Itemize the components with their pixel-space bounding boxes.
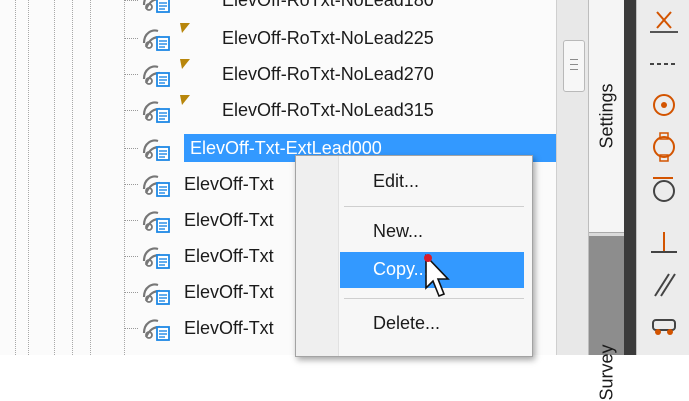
menu-separator bbox=[344, 206, 524, 207]
scroll-thumb[interactable] bbox=[563, 40, 585, 92]
tree-item-label: ElevOff-Txt bbox=[184, 282, 274, 302]
parallel-snap-icon[interactable] bbox=[647, 270, 681, 300]
tree-connector bbox=[124, 220, 138, 221]
toolbar-divider bbox=[624, 0, 636, 355]
style-icon bbox=[140, 0, 178, 15]
cursor-arrow-icon bbox=[424, 254, 450, 298]
tab-settings[interactable]: Settings bbox=[589, 0, 625, 233]
tree-connector bbox=[124, 74, 138, 75]
style-icon bbox=[140, 97, 178, 125]
tab-settings-label: Settings bbox=[596, 83, 617, 149]
tree-connector bbox=[124, 256, 138, 257]
tree-item[interactable]: ElevOff-RoTxt-NoLead180 bbox=[0, 0, 556, 18]
context-menu-icon-strip bbox=[296, 156, 339, 356]
tab-survey[interactable]: Survey bbox=[589, 236, 625, 401]
perpendicular-snap-icon[interactable] bbox=[647, 228, 681, 258]
style-icon bbox=[140, 171, 178, 199]
tree-item-label: ElevOff-RoTxt-NoLead270 bbox=[222, 64, 434, 84]
tree-connector bbox=[124, 0, 138, 1]
tree-item-label: ElevOff-Txt bbox=[184, 210, 274, 230]
tree-item-label: ElevOff-RoTxt-NoLead315 bbox=[222, 100, 434, 120]
snap-x-icon[interactable] bbox=[647, 6, 681, 36]
scroll-grip-icon bbox=[570, 69, 578, 70]
tree-connector bbox=[124, 328, 138, 329]
tree-connector bbox=[124, 38, 138, 39]
scroll-grip-icon bbox=[570, 64, 578, 65]
tree-item[interactable]: ElevOff-RoTxt-NoLead225 bbox=[0, 20, 556, 56]
tab-survey-label: Survey bbox=[596, 344, 617, 401]
menu-item-label: Delete... bbox=[373, 313, 441, 333]
tree-connector bbox=[124, 148, 138, 149]
tree-item-label: ElevOff-RoTxt-NoLead180 bbox=[222, 0, 434, 10]
tree-item[interactable]: ElevOff-RoTxt-NoLead270 bbox=[0, 56, 556, 92]
style-icon bbox=[140, 25, 178, 53]
side-tab-strip: Settings Survey bbox=[588, 0, 625, 401]
menu-item-new[interactable]: New... bbox=[340, 214, 524, 250]
tree-connector bbox=[124, 184, 138, 185]
tree-item-label: ElevOff-RoTxt-NoLead225 bbox=[222, 28, 434, 48]
vehicle-icon[interactable] bbox=[647, 310, 681, 340]
center-snap-icon[interactable] bbox=[647, 90, 681, 120]
tool-palette bbox=[636, 0, 689, 355]
tree-item-label: ElevOff-Txt bbox=[184, 174, 274, 194]
tree-item-label: ElevOff-Txt bbox=[184, 318, 274, 338]
style-icon bbox=[140, 279, 178, 307]
quadrant-snap-icon[interactable] bbox=[647, 132, 681, 162]
style-icon bbox=[140, 135, 178, 163]
dashed-line-icon[interactable] bbox=[647, 48, 681, 78]
tangent-snap-icon[interactable] bbox=[647, 174, 681, 204]
style-icon bbox=[140, 243, 178, 271]
menu-item-delete[interactable]: Delete... bbox=[340, 306, 524, 342]
style-icon bbox=[140, 315, 178, 343]
scroll-grip-icon bbox=[570, 59, 578, 60]
menu-item-label: New... bbox=[373, 221, 424, 241]
vertical-scrollbar[interactable] bbox=[556, 0, 589, 355]
tree-connector bbox=[124, 292, 138, 293]
tree-item-label: ElevOff-Txt bbox=[184, 246, 274, 266]
menu-item-edit[interactable]: Edit... bbox=[340, 164, 524, 200]
menu-item-label: Edit... bbox=[373, 171, 420, 191]
tree-connector bbox=[124, 110, 138, 111]
style-icon bbox=[140, 207, 178, 235]
tree-item[interactable]: ElevOff-RoTxt-NoLead315 bbox=[0, 92, 556, 128]
style-icon bbox=[140, 61, 178, 89]
context-menu: Edit... New... Copy... Delete... bbox=[295, 155, 533, 357]
